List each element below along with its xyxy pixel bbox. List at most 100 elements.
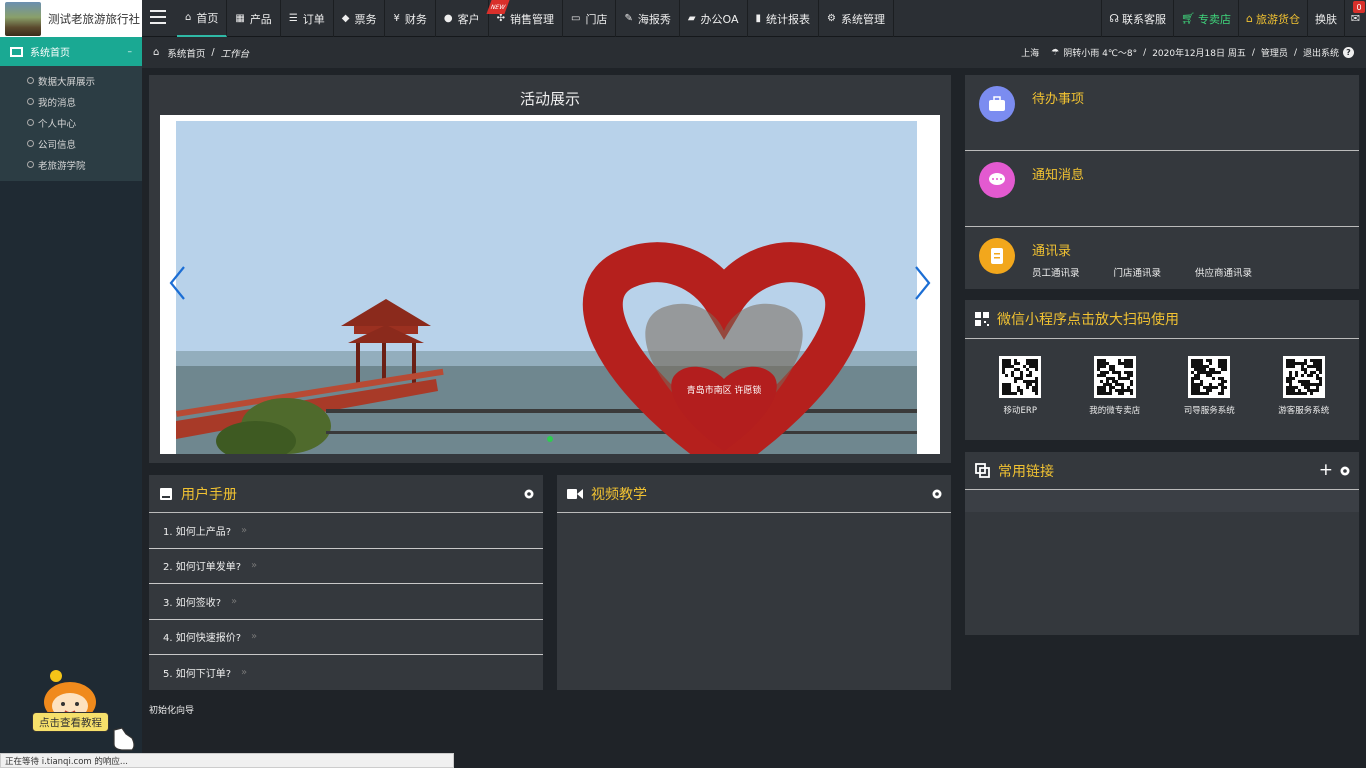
logout-link[interactable]: 退出系统: [1303, 46, 1339, 59]
nav-poster[interactable]: ✎ 海报秀: [616, 0, 680, 37]
sidebar: 系统首页 – 数据大屏展示 我的消息 个人中心 公司信息 老旅游学院: [0, 37, 142, 768]
nav-stats[interactable]: ▮ 统计报表: [748, 0, 820, 37]
init-guide-link[interactable]: 初始化向导: [149, 703, 194, 716]
cart-icon: 🛒︎: [1181, 12, 1196, 25]
card-icon: [10, 46, 23, 57]
breadcrumb-home[interactable]: 系统首页: [167, 46, 205, 60]
manual-item-label: 1. 如何上产品?: [163, 526, 232, 538]
scenery-illustration: 青岛市南区 许愿锁: [176, 121, 917, 454]
circle-icon: [27, 98, 34, 105]
nav-home[interactable]: ⌂ 首页: [177, 0, 228, 37]
employee-contacts-link[interactable]: 员工通讯录: [1032, 265, 1080, 279]
qr-label: 移动ERP: [1003, 406, 1037, 416]
gear-icon[interactable]: [523, 488, 535, 500]
chart-icon: ▮: [755, 13, 762, 24]
double-chevron-icon: »: [251, 631, 258, 643]
video-title: 视频教学: [591, 486, 647, 503]
qr-item[interactable]: 游客服务系统: [1264, 356, 1344, 416]
nav-ticket[interactable]: ◆ 票务: [334, 0, 386, 37]
supplier-contacts-link[interactable]: 供应商通讯录: [1195, 265, 1252, 279]
qrcode-image: [1188, 356, 1231, 398]
weather-text[interactable]: 阴转小雨 4℃～8°: [1063, 46, 1137, 59]
expand-icon: ✣: [496, 13, 505, 24]
workbench-shortcuts-panel: 待办事项 通知消息 通讯录 员工通讯录 门店通讯录 供应商通讯录: [965, 75, 1359, 289]
home-icon: ⌂: [185, 12, 192, 23]
separator: /: [1251, 47, 1255, 58]
nav-product[interactable]: ▦ 产品: [227, 0, 281, 37]
sidebar-item-messages[interactable]: 我的消息: [0, 91, 142, 112]
breadcrumb-separator: /: [211, 47, 215, 58]
add-link-icon[interactable]: +: [1319, 462, 1333, 479]
contact-service[interactable]: ☊ 联系客服: [1101, 0, 1173, 37]
help-icon[interactable]: ?: [1343, 47, 1354, 58]
manual-item[interactable]: 2. 如何订单发单? »: [149, 549, 543, 584]
carousel-prev-icon[interactable]: [168, 265, 186, 301]
links-list: [965, 490, 1359, 512]
wechat-miniapp-panel: 微信小程序点击放大扫码使用 移动ERP 我的微专卖店 司导服务系统 游客服务系统: [965, 300, 1359, 440]
nav-store[interactable]: ▭ 门店: [563, 0, 617, 37]
nav-sales[interactable]: NEW ✣ 销售管理: [486, 0, 563, 37]
nav-system[interactable]: ⚙ 系统管理: [819, 0, 895, 37]
nav-label: 办公OA: [700, 12, 739, 26]
mail-count: 0: [1353, 1, 1365, 13]
gear-icon[interactable]: [931, 488, 943, 500]
user-manual-panel: 用户手册 1. 如何上产品? » 2. 如何订单发单? » 3. 如何签收? » 4.…: [149, 475, 543, 690]
nav-finance[interactable]: ¥ 财务: [385, 0, 436, 37]
mail-button[interactable]: ✉ 0: [1344, 0, 1366, 37]
store-contacts-link[interactable]: 门店通讯录: [1114, 265, 1162, 279]
sidebar-head[interactable]: 系统首页 –: [0, 37, 142, 66]
brand-name: 测试老旅游旅行社: [48, 11, 140, 26]
menu-toggle-icon[interactable]: [150, 10, 166, 24]
skin-button[interactable]: 换肤: [1307, 0, 1344, 37]
manual-item[interactable]: 5. 如何下订单? »: [149, 655, 543, 691]
manual-item[interactable]: 1. 如何上产品? »: [149, 513, 543, 549]
qr-item[interactable]: 司导服务系统: [1169, 356, 1249, 416]
circle-icon: [27, 140, 34, 147]
supply-link[interactable]: ⌂ 旅游货仓: [1238, 0, 1307, 37]
carousel-next-icon[interactable]: [914, 265, 932, 301]
pending-tasks[interactable]: 待办事项: [965, 75, 1359, 151]
sidebar-item-label: 我的消息: [38, 97, 77, 109]
sidebar-item-academy[interactable]: 老旅游学院: [0, 154, 142, 175]
brush-icon: ✎: [624, 13, 633, 24]
manual-item[interactable]: 3. 如何签收? »: [149, 584, 543, 620]
sign-text: 青岛市南区 许愿锁: [687, 384, 762, 396]
nav-oa[interactable]: ▰ 办公OA: [680, 0, 748, 37]
carousel-image[interactable]: 青岛市南区 许愿锁: [176, 121, 917, 454]
sidebar-item-dashboard[interactable]: 数据大屏展示: [0, 70, 142, 91]
user-role[interactable]: 管理员: [1261, 46, 1288, 59]
qr-item[interactable]: 我的微专卖店: [1075, 356, 1155, 416]
sidebar-item-profile[interactable]: 个人中心: [0, 112, 142, 133]
sidebar-item-label: 个人中心: [38, 118, 77, 130]
manual-item[interactable]: 4. 如何快速报价? »: [149, 620, 543, 655]
breadcrumb-current: 工作台: [220, 48, 250, 60]
breadcrumb: ⌂ 系统首页 / 工作台 上海 ☂ 阴转小雨 4℃～8° / 2020年12月1…: [142, 37, 1366, 68]
carousel-indicator[interactable]: [547, 436, 553, 442]
mascot-icon: [44, 670, 135, 751]
nav-customer[interactable]: ● 客户: [436, 0, 489, 37]
sidebar-item-label: 公司信息: [38, 139, 77, 151]
shop-link[interactable]: 🛒︎ 专卖店: [1173, 0, 1238, 37]
pending-title: 待办事项: [1032, 92, 1085, 107]
qr-item[interactable]: 移动ERP: [980, 356, 1060, 416]
copy-icon: [975, 463, 990, 478]
address-book-icon: [979, 238, 1015, 274]
notifications[interactable]: 通知消息: [965, 151, 1359, 227]
sidebar-item-company[interactable]: 公司信息: [0, 133, 142, 154]
main-nav: ⌂ 首页 ▦ 产品 ☰ 订单 ◆ 票务 ¥ 财务 ● 客户 NEW ✣ 销售管理 ▭ 门店 ✎ 海报…: [177, 0, 895, 37]
tutorial-button[interactable]: 点击查看教程: [32, 712, 109, 732]
gear-icon[interactable]: [1339, 465, 1351, 477]
nav-order[interactable]: ☰ 订单: [281, 0, 334, 37]
qr-label: 司导服务系统: [1183, 406, 1235, 416]
manual-title: 用户手册: [181, 486, 237, 503]
contacts: 通讯录 员工通讯录 门店通讯录 供应商通讯录: [965, 227, 1359, 287]
circle-icon: [27, 161, 34, 168]
brand[interactable]: 测试老旅游旅行社: [0, 0, 142, 37]
tutorial-mascot[interactable]: [32, 668, 142, 752]
video-tutorial-panel: 视频教学: [557, 475, 951, 690]
user-icon: ●: [443, 13, 453, 24]
umbrella-icon: ☂: [1051, 47, 1060, 58]
weather-city[interactable]: 上海: [1021, 46, 1039, 59]
book-icon: [160, 487, 172, 500]
common-links-panel: 常用链接 +: [965, 452, 1359, 635]
